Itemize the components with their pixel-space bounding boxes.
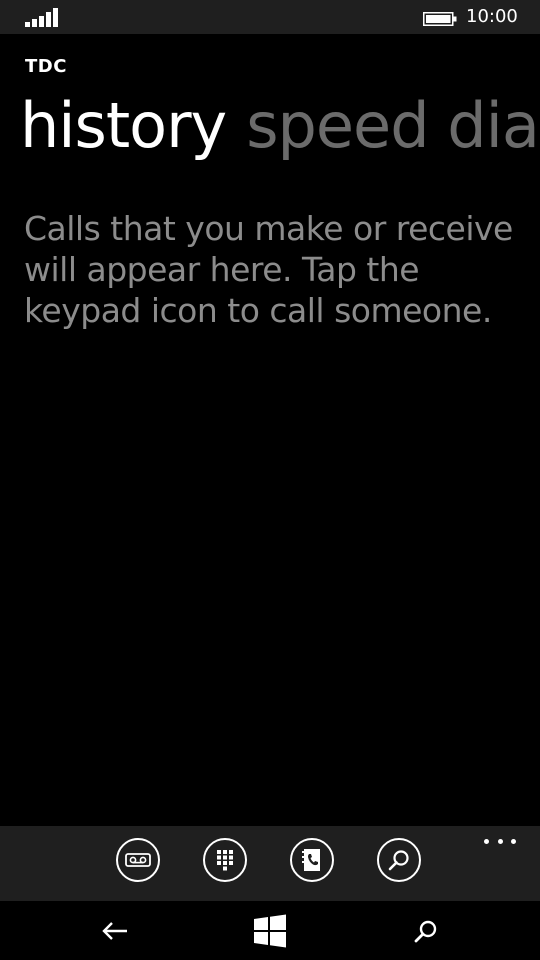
search-icon <box>414 920 437 943</box>
pivot-item-speed-dial[interactable]: speed dial <box>246 86 540 166</box>
pivot-item-history[interactable]: history <box>20 86 227 166</box>
carrier-label: TDC <box>25 56 67 77</box>
more-dot <box>511 838 516 844</box>
navigation-bar <box>0 901 540 960</box>
back-arrow-icon <box>102 922 127 940</box>
battery-icon <box>423 12 457 26</box>
phonebook-icon <box>302 849 320 871</box>
search-nav-button[interactable] <box>408 913 444 949</box>
windows-start-icon <box>254 914 286 948</box>
status-bar: 10:00 <box>0 0 540 34</box>
keypad-icon <box>217 850 233 871</box>
clock: 10:00 <box>466 6 518 27</box>
search-icon <box>388 850 409 871</box>
voicemail-button[interactable] <box>116 838 160 882</box>
empty-history-message: Calls that you make or receive will appe… <box>24 209 513 330</box>
search-button[interactable] <box>377 838 421 882</box>
phonebook-button[interactable] <box>290 838 334 882</box>
signal-strength-icon <box>25 8 58 27</box>
more-dot <box>497 838 503 844</box>
voicemail-icon <box>125 853 151 867</box>
keypad-button[interactable] <box>203 838 247 882</box>
app-bar <box>0 826 540 901</box>
start-button[interactable] <box>252 913 288 949</box>
more-dot <box>484 838 489 844</box>
more-options-icon[interactable] <box>484 836 516 846</box>
back-button[interactable] <box>97 913 133 949</box>
pivot-header: history speed dial <box>20 86 540 166</box>
